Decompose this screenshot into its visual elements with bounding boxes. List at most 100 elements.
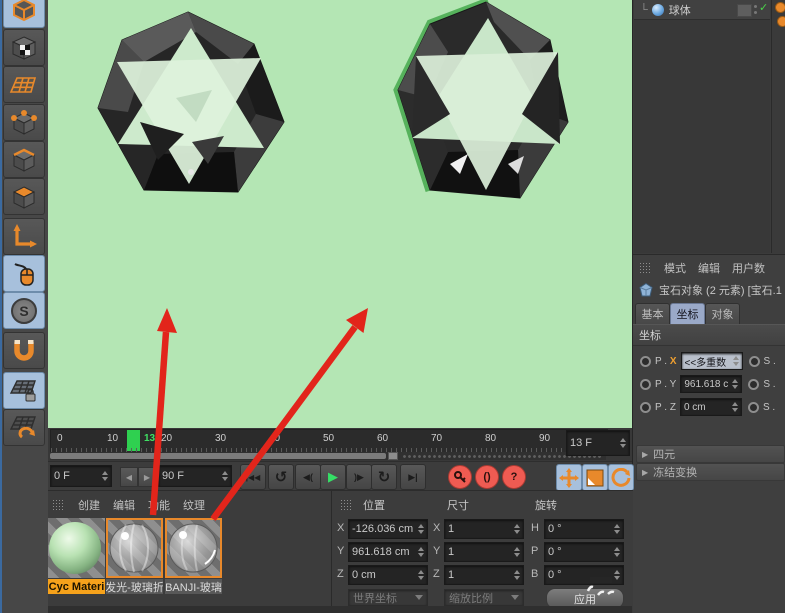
range-end-field[interactable]: 90 F xyxy=(158,465,232,487)
record-scale-toggle[interactable] xyxy=(582,464,608,491)
size-z-spinner[interactable] xyxy=(511,570,520,580)
material-label-cyc[interactable]: Cyc Materi xyxy=(48,579,105,594)
toolbar-workplane-rotate-button[interactable] xyxy=(3,409,45,446)
record-position-toggle[interactable] xyxy=(556,464,582,491)
keyframe-circle-py[interactable] xyxy=(640,378,651,390)
next-frame-button[interactable]: )▶ xyxy=(346,464,372,490)
px-field[interactable]: <<多重数 xyxy=(680,352,743,370)
rot-p-field[interactable]: 0 ° xyxy=(544,542,624,562)
toolbar-axis-mode-button[interactable] xyxy=(3,218,45,255)
goto-end-button[interactable]: ▶| xyxy=(400,464,426,490)
menu-userdata[interactable]: 用户数 xyxy=(732,260,765,276)
size-x-field[interactable]: 1 xyxy=(444,519,524,539)
toolbar-magnet-button[interactable] xyxy=(3,332,45,369)
timeline-scrollbar[interactable] xyxy=(50,453,386,459)
pos-x-field[interactable]: -126.036 cm xyxy=(348,519,428,539)
dropdown-arrow-icon xyxy=(415,595,423,600)
range-end-spinner[interactable] xyxy=(219,471,228,481)
range-start-value: 0 F xyxy=(54,470,70,482)
toolbar-workplane-button[interactable] xyxy=(3,66,45,103)
rot-p-spinner[interactable] xyxy=(611,547,620,557)
menu-function[interactable]: 功能 xyxy=(148,497,170,513)
gem-left[interactable] xyxy=(88,2,292,212)
toolbar-scale-s-button[interactable]: S xyxy=(3,292,45,329)
keyframe-circle-sz[interactable] xyxy=(747,401,759,413)
size-z-field[interactable]: 1 xyxy=(444,565,524,585)
coordinates-section-header[interactable]: 坐标 xyxy=(633,324,785,346)
material-label-glass1[interactable]: 发光-玻璃折 xyxy=(106,579,163,594)
visibility-dot-bottom[interactable] xyxy=(754,11,757,14)
size-y-field[interactable]: 1 xyxy=(444,542,524,562)
current-frame-field[interactable]: 13 F xyxy=(566,430,630,456)
range-next-button[interactable]: ▶ xyxy=(138,467,156,487)
visibility-dot-top[interactable] xyxy=(754,5,757,8)
toolbar-render-settings-button[interactable] xyxy=(3,29,45,66)
frame-spinner[interactable] xyxy=(617,438,626,448)
layer-dot-icon[interactable] xyxy=(775,2,785,13)
autokey-button[interactable]: () xyxy=(475,465,499,489)
range-prev-button[interactable]: ◀ xyxy=(120,467,138,487)
layer-dot-icon-2[interactable] xyxy=(777,16,785,27)
keyframe-circle-px[interactable] xyxy=(640,355,651,367)
toolbar-polygons-mode-button[interactable] xyxy=(3,178,45,215)
world-coords-dropdown[interactable]: 世界坐标 xyxy=(348,589,428,606)
material-thumb-banji[interactable] xyxy=(165,518,222,578)
toolbar-model-cube-button[interactable] xyxy=(3,0,45,28)
menu-mode[interactable]: 模式 xyxy=(664,260,686,276)
px-spinner[interactable] xyxy=(730,356,739,366)
rot-h-field[interactable]: 0 ° xyxy=(544,519,624,539)
quaternion-section[interactable]: ▶ 四元 xyxy=(636,445,785,463)
object-manager-row-sphere[interactable]: └ 球体 ✓ xyxy=(634,0,770,20)
timeline-playhead[interactable] xyxy=(127,430,140,451)
pos-z-spinner[interactable] xyxy=(415,570,424,580)
prev-frame-button[interactable]: ◀( xyxy=(295,464,321,490)
material-thumb-glass1[interactable] xyxy=(106,518,163,578)
record-keyframe-button[interactable] xyxy=(448,465,472,489)
range-start-spinner[interactable] xyxy=(99,471,108,481)
record-rotation-toggle[interactable] xyxy=(608,464,634,491)
size-y-spinner[interactable] xyxy=(511,547,520,557)
menu-create[interactable]: 创建 xyxy=(78,497,100,513)
pos-y-spinner[interactable] xyxy=(415,547,424,557)
material-thumb-cyc[interactable] xyxy=(48,518,105,578)
pos-y-field[interactable]: 961.618 cm xyxy=(348,542,428,562)
pos-x-spinner[interactable] xyxy=(415,524,424,534)
toolbar-edges-mode-button[interactable] xyxy=(3,141,45,178)
tab-basic[interactable]: 基本 xyxy=(635,303,670,325)
rot-h-spinner[interactable] xyxy=(611,524,620,534)
timeline-ruler[interactable]: 0 10 20 30 40 50 60 70 80 90 13 xyxy=(50,429,608,453)
toolbar-mouse-button[interactable] xyxy=(3,255,45,292)
pz-spinner[interactable] xyxy=(729,402,738,412)
tab-object[interactable]: 对象 xyxy=(705,303,740,325)
tab-coordinates[interactable]: 坐标 xyxy=(670,303,705,325)
range-start-field[interactable]: 0 F xyxy=(50,465,112,487)
prev-key-button[interactable]: ↺ xyxy=(268,464,294,490)
object-manager-empty-area[interactable] xyxy=(634,20,770,253)
help-button[interactable]: ? xyxy=(502,465,526,489)
py-field[interactable]: 961.618 c xyxy=(680,375,743,393)
goto-start-button[interactable]: |◀◀ xyxy=(240,464,266,490)
menu-edit-mat[interactable]: 编辑 xyxy=(113,497,135,513)
menu-edit[interactable]: 编辑 xyxy=(698,260,720,276)
material-label-banji[interactable]: BANJI-玻璃 xyxy=(165,579,222,594)
play-button[interactable]: ▶ xyxy=(320,464,346,490)
pz-label: P . Z xyxy=(655,402,676,413)
size-x-spinner[interactable] xyxy=(511,524,520,534)
keyframe-circle-pz[interactable] xyxy=(640,401,651,413)
timeline-scroll-handle[interactable] xyxy=(388,452,398,460)
gem-right[interactable] xyxy=(390,0,570,212)
pz-field[interactable]: 0 cm xyxy=(679,398,742,416)
scale-mode-dropdown[interactable]: 缩放比例 xyxy=(444,589,524,606)
pos-z-field[interactable]: 0 cm xyxy=(348,565,428,585)
next-key-button[interactable]: ↻ xyxy=(371,464,397,490)
toolbar-workplane-lock-button[interactable] xyxy=(3,372,45,409)
keyframe-circle-sx[interactable] xyxy=(748,355,760,367)
enabled-check-icon[interactable]: ✓ xyxy=(759,1,768,14)
menu-texture[interactable]: 纹理 xyxy=(183,497,205,513)
toolbar-points-mode-button[interactable] xyxy=(3,104,45,141)
py-spinner[interactable] xyxy=(729,379,739,389)
texture-tag-icon[interactable] xyxy=(737,4,752,17)
freeze-transform-section[interactable]: ▶ 冻结变换 xyxy=(636,463,785,481)
viewport[interactable] xyxy=(48,0,632,428)
keyframe-circle-sy[interactable] xyxy=(748,378,760,390)
